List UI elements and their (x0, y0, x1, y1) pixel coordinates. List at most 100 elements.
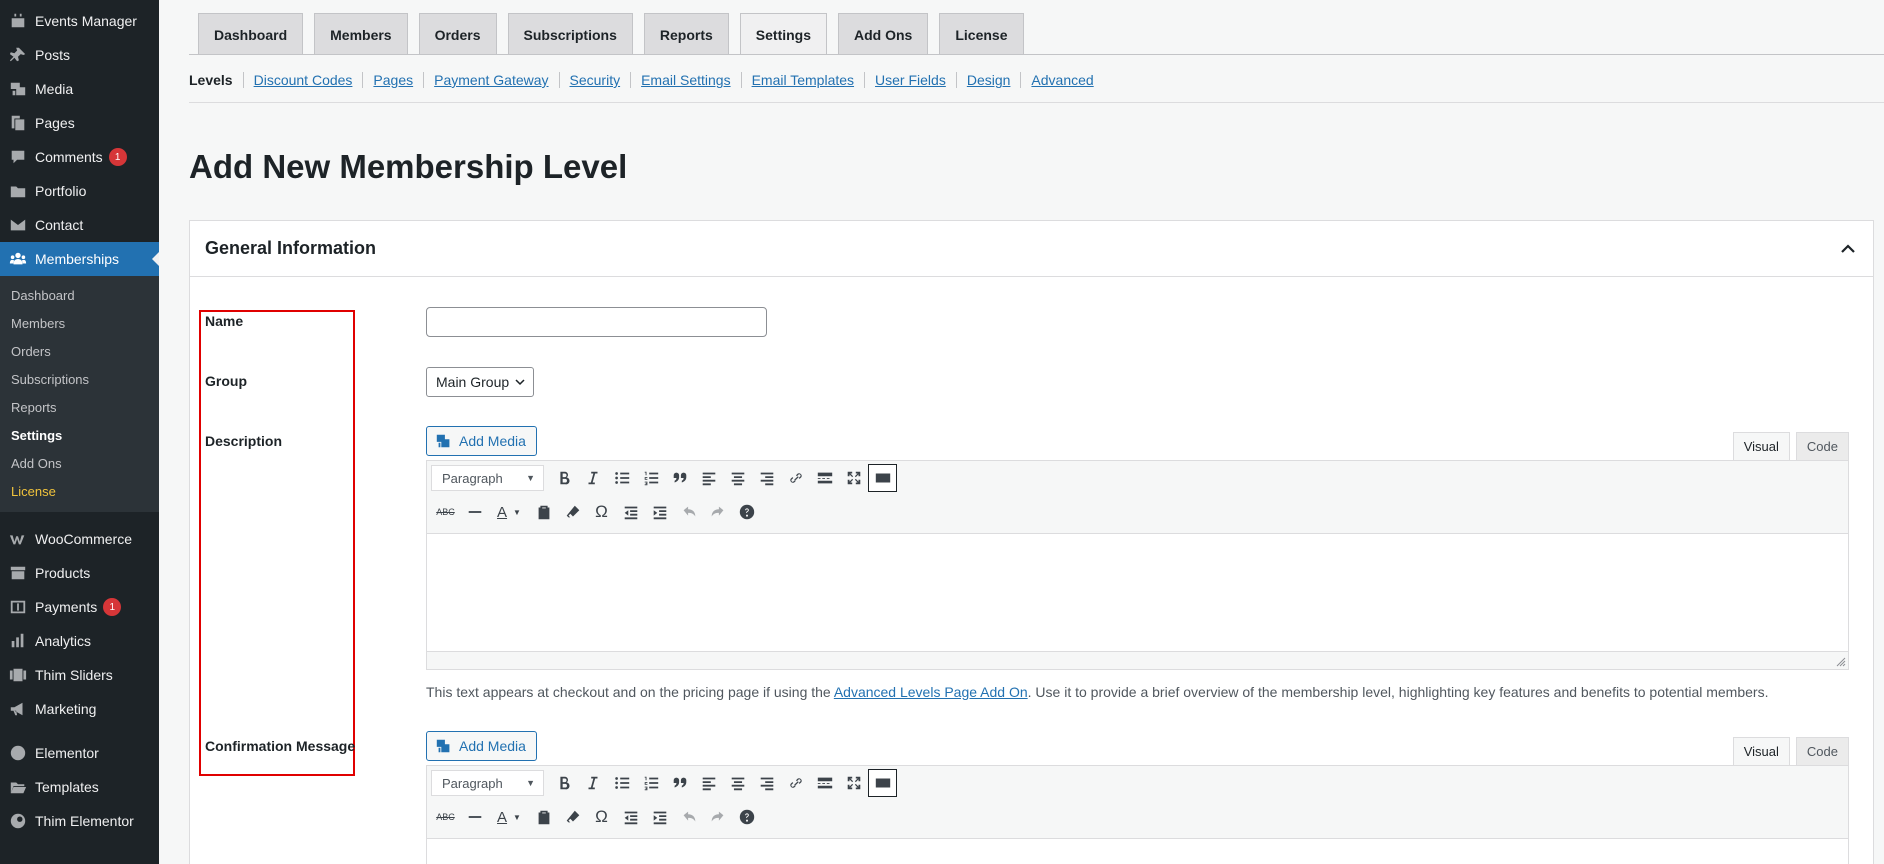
confirmation-editor-body[interactable] (426, 839, 1849, 864)
text-color-icon[interactable]: A ▼ (489, 498, 529, 526)
add-media-button[interactable]: Add Media (426, 426, 537, 456)
tab-reports[interactable]: Reports (643, 13, 729, 55)
menu-events-manager[interactable]: Events Manager (0, 4, 159, 38)
fullscreen-icon[interactable] (839, 769, 868, 797)
paste-text-icon[interactable] (529, 498, 558, 526)
strikethrough-icon[interactable]: ABC (431, 803, 460, 831)
submenu-subscriptions[interactable]: Subscriptions (0, 365, 159, 393)
text-color-icon[interactable]: A ▼ (489, 803, 529, 831)
tab-code[interactable]: Code (1795, 737, 1849, 765)
align-left-icon[interactable] (694, 769, 723, 797)
menu-contact[interactable]: Contact (0, 208, 159, 242)
menu-elementor[interactable]: Elementor (0, 736, 159, 770)
bold-icon[interactable] (549, 464, 578, 492)
menu-templates[interactable]: Templates (0, 770, 159, 804)
toolbar-toggle-icon[interactable] (868, 769, 897, 797)
subnav-discount-codes[interactable]: Discount Codes (242, 72, 363, 88)
subnav-advanced[interactable]: Advanced (1020, 72, 1103, 88)
menu-comments[interactable]: Comments 1 (0, 140, 159, 174)
tab-visual[interactable]: Visual (1732, 737, 1790, 765)
horizontal-line-icon[interactable] (460, 803, 489, 831)
submenu-reports[interactable]: Reports (0, 393, 159, 421)
toolbar-toggle-icon[interactable] (868, 464, 897, 492)
redo-icon[interactable] (703, 803, 732, 831)
strikethrough-icon[interactable]: ABC (431, 498, 460, 526)
submenu-license[interactable]: License (0, 477, 159, 505)
format-select[interactable]: Paragraph ▼ (431, 465, 544, 491)
menu-media[interactable]: Media (0, 72, 159, 106)
submenu-dashboard[interactable]: Dashboard (0, 281, 159, 309)
align-center-icon[interactable] (723, 769, 752, 797)
redo-icon[interactable] (703, 498, 732, 526)
panel-header[interactable]: General Information (190, 221, 1873, 277)
name-input[interactable] (426, 307, 767, 337)
subnav-security[interactable]: Security (558, 72, 631, 88)
bold-icon[interactable] (549, 769, 578, 797)
bullet-list-icon[interactable] (607, 769, 636, 797)
menu-pages[interactable]: Pages (0, 106, 159, 140)
submenu-settings[interactable]: Settings (0, 421, 159, 449)
tab-dashboard[interactable]: Dashboard (198, 13, 304, 55)
outdent-icon[interactable] (616, 803, 645, 831)
submenu-members[interactable]: Members (0, 309, 159, 337)
subnav-payment-gateway[interactable]: Payment Gateway (423, 72, 558, 88)
menu-payments[interactable]: Payments 1 (0, 590, 159, 624)
menu-thim-elementor[interactable]: Thim Elementor (0, 804, 159, 838)
tab-subscriptions[interactable]: Subscriptions (507, 13, 633, 55)
add-media-button-2[interactable]: Add Media (426, 731, 537, 761)
advanced-levels-addon-link[interactable]: Advanced Levels Page Add On (834, 684, 1028, 700)
menu-woocommerce[interactable]: WooCommerce (0, 522, 159, 556)
menu-memberships[interactable]: Memberships (0, 242, 159, 276)
subnav-pages[interactable]: Pages (362, 72, 423, 88)
tab-orders[interactable]: Orders (418, 13, 497, 55)
indent-icon[interactable] (645, 498, 674, 526)
align-left-icon[interactable] (694, 464, 723, 492)
align-right-icon[interactable] (752, 464, 781, 492)
subnav-user-fields[interactable]: User Fields (864, 72, 956, 88)
tab-settings[interactable]: Settings (739, 13, 828, 55)
help-icon[interactable] (732, 803, 761, 831)
editor-resize-handle[interactable] (426, 652, 1849, 670)
format-select[interactable]: Paragraph ▼ (431, 770, 544, 796)
indent-icon[interactable] (645, 803, 674, 831)
italic-icon[interactable] (578, 769, 607, 797)
description-editor-body[interactable] (426, 534, 1849, 652)
link-icon[interactable] (781, 464, 810, 492)
special-character-icon[interactable]: Ω (587, 803, 616, 831)
numbered-list-icon[interactable] (636, 769, 665, 797)
outdent-icon[interactable] (616, 498, 645, 526)
menu-products[interactable]: Products (0, 556, 159, 590)
clear-formatting-icon[interactable] (558, 498, 587, 526)
submenu-orders[interactable]: Orders (0, 337, 159, 365)
menu-thim-sliders[interactable]: Thim Sliders (0, 658, 159, 692)
undo-icon[interactable] (674, 498, 703, 526)
help-icon[interactable] (732, 498, 761, 526)
subnav-email-templates[interactable]: Email Templates (740, 72, 864, 88)
undo-icon[interactable] (674, 803, 703, 831)
italic-icon[interactable] (578, 464, 607, 492)
subnav-email-settings[interactable]: Email Settings (630, 72, 740, 88)
chevron-up-icon[interactable] (1838, 239, 1858, 259)
paste-text-icon[interactable] (529, 803, 558, 831)
menu-posts[interactable]: Posts (0, 38, 159, 72)
submenu-add-ons[interactable]: Add Ons (0, 449, 159, 477)
bullet-list-icon[interactable] (607, 464, 636, 492)
group-select[interactable]: Main Group (426, 367, 534, 397)
read-more-icon[interactable] (810, 769, 839, 797)
clear-formatting-icon[interactable] (558, 803, 587, 831)
align-right-icon[interactable] (752, 769, 781, 797)
blockquote-icon[interactable] (665, 769, 694, 797)
tab-members[interactable]: Members (314, 13, 408, 55)
menu-analytics[interactable]: Analytics (0, 624, 159, 658)
link-icon[interactable] (781, 769, 810, 797)
horizontal-line-icon[interactable] (460, 498, 489, 526)
menu-portfolio[interactable]: Portfolio (0, 174, 159, 208)
special-character-icon[interactable]: Ω (587, 498, 616, 526)
tab-code[interactable]: Code (1795, 432, 1849, 460)
read-more-icon[interactable] (810, 464, 839, 492)
align-center-icon[interactable] (723, 464, 752, 492)
subnav-design[interactable]: Design (955, 72, 1021, 88)
tab-license[interactable]: License (939, 13, 1024, 55)
numbered-list-icon[interactable] (636, 464, 665, 492)
tab-add-ons[interactable]: Add Ons (838, 13, 929, 55)
